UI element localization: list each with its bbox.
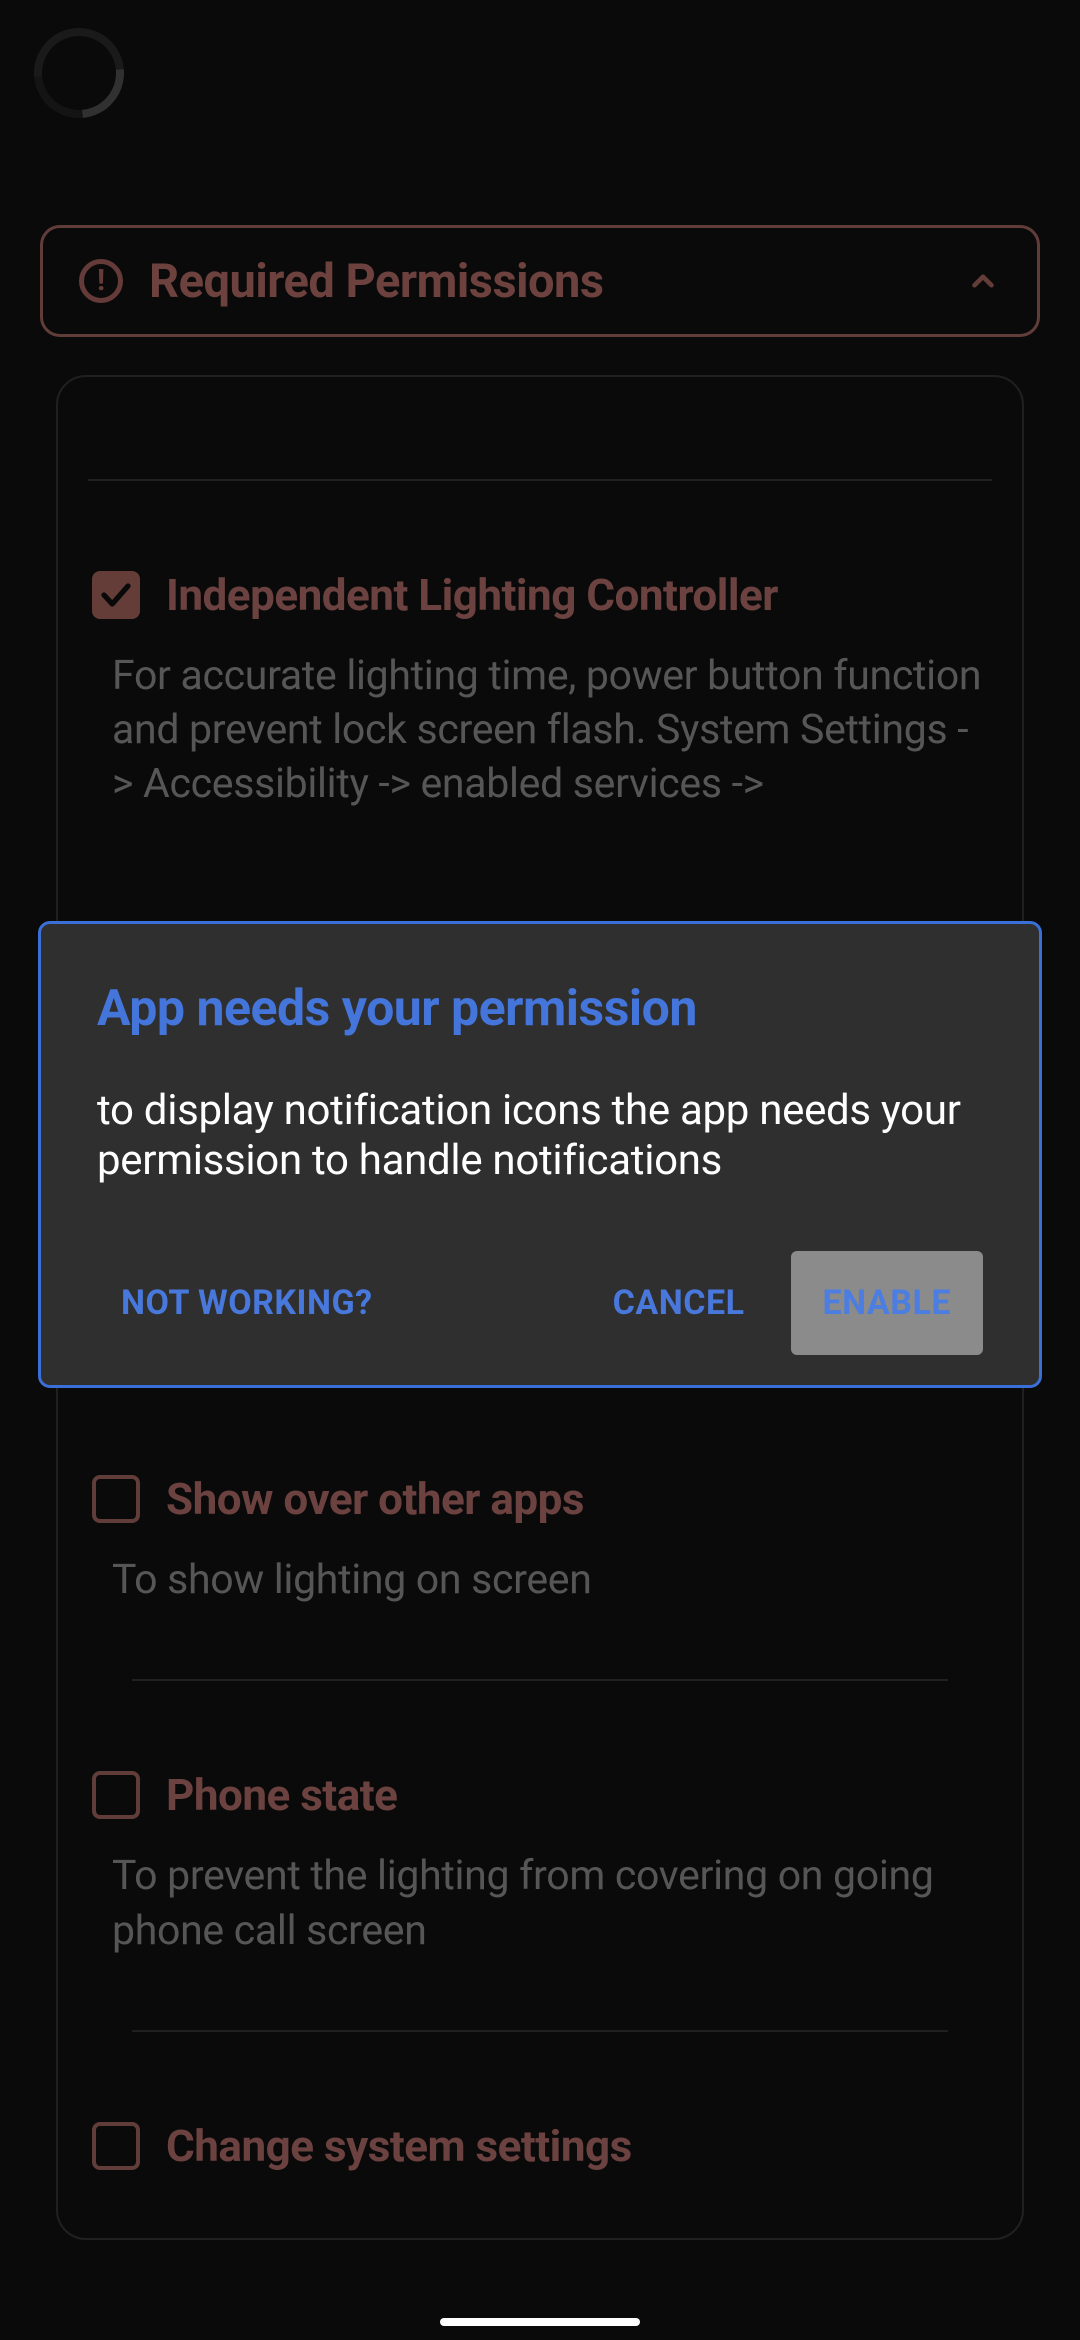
cancel-button[interactable]: CANCEL: [589, 1257, 769, 1349]
enable-button[interactable]: ENABLE: [791, 1251, 983, 1355]
dialog-button-row: NOT WORKING? CANCEL ENABLE: [97, 1251, 983, 1355]
navigation-handle[interactable]: [440, 2318, 640, 2326]
permission-dialog: App needs your permission to display not…: [38, 921, 1042, 1388]
dialog-body: to display notification icons the app ne…: [97, 1086, 983, 1187]
not-working-button[interactable]: NOT WORKING?: [97, 1257, 397, 1349]
dialog-title: App needs your permission: [97, 980, 983, 1038]
